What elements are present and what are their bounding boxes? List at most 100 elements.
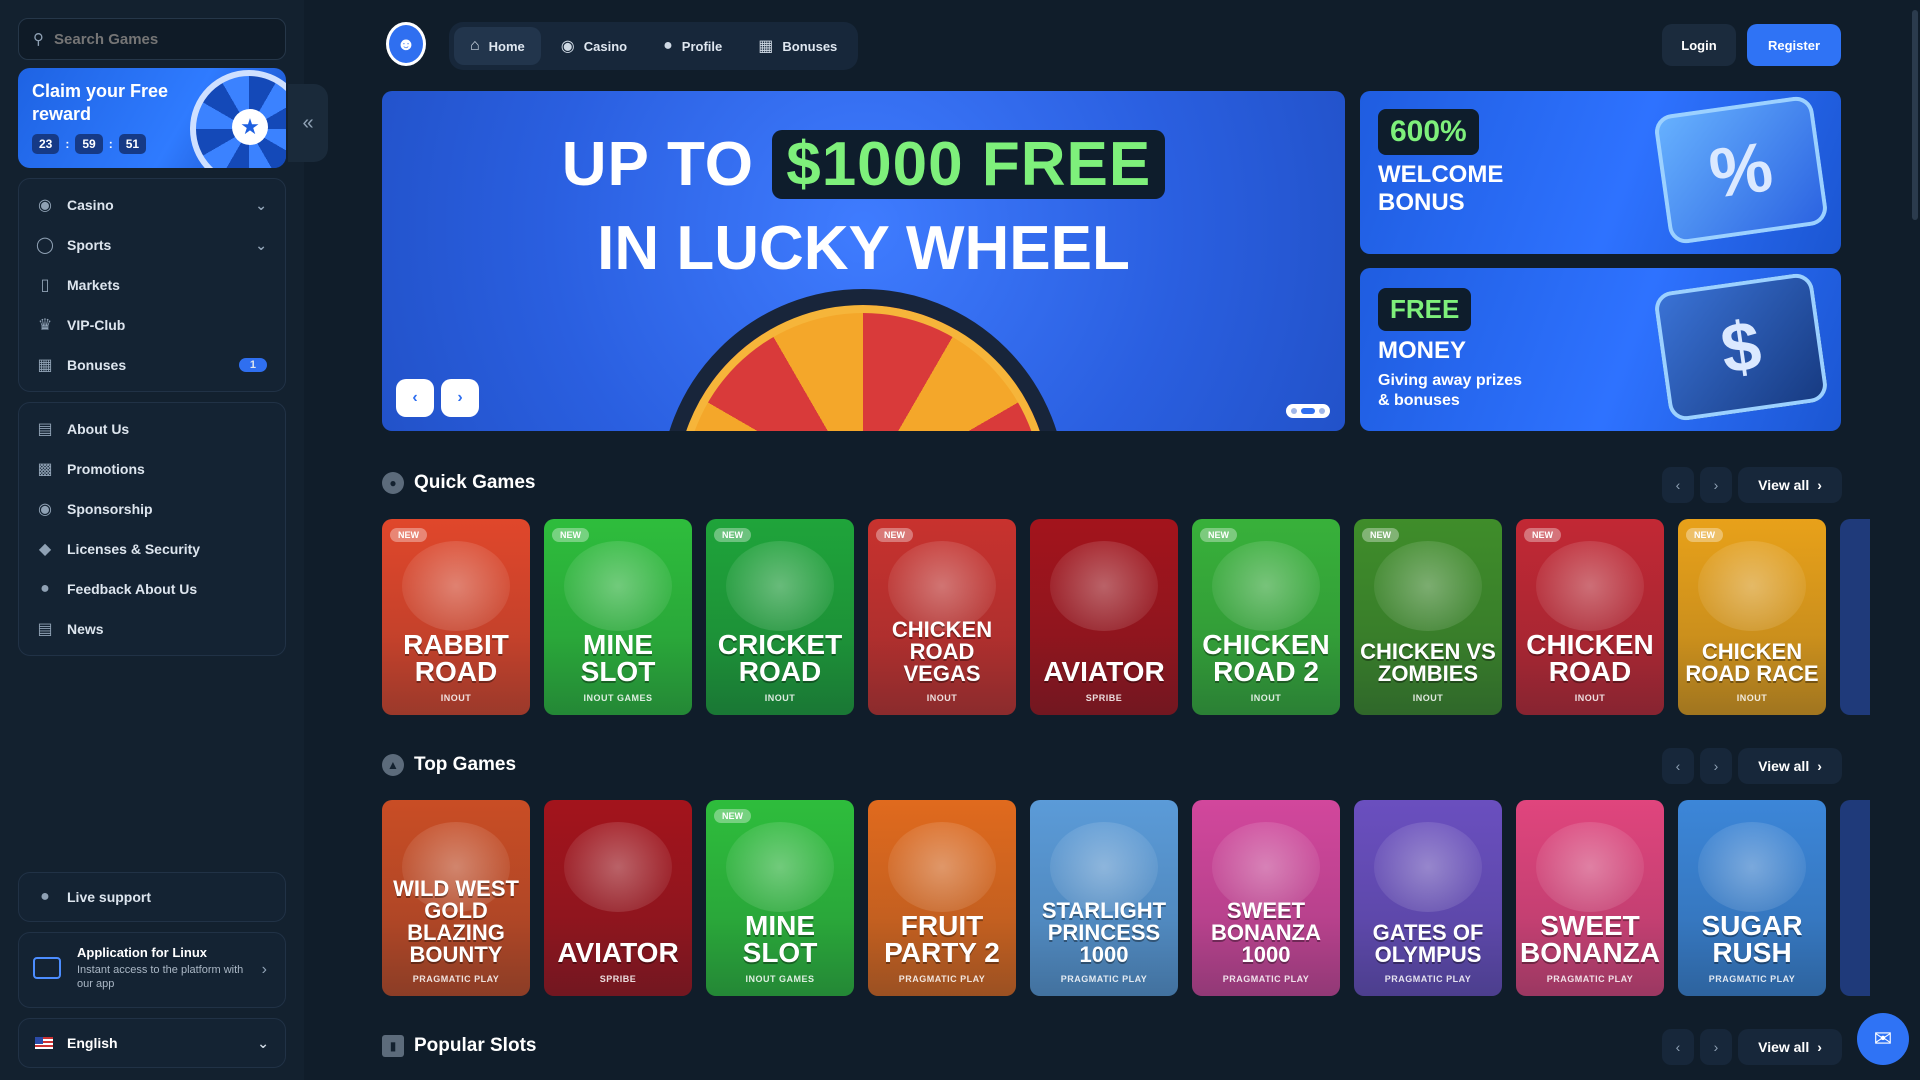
sidebar-item-label: Sports xyxy=(67,237,112,253)
scroll-left-button[interactable]: ‹ xyxy=(1662,467,1694,503)
collapse-sidebar-button[interactable]: « xyxy=(288,84,328,162)
game-provider: PRAGMATIC PLAY xyxy=(1546,974,1634,984)
sidebar-item-markets[interactable]: ▯ Markets xyxy=(19,265,285,305)
tab-home[interactable]: ⌂ Home xyxy=(454,27,541,65)
game-artwork xyxy=(888,822,996,912)
chevron-left-icon: ‹ xyxy=(1675,477,1681,493)
game-title: SUGAR RUSH xyxy=(1701,910,1803,968)
chevron-down-icon: ⌄ xyxy=(257,1034,269,1051)
monitor-icon xyxy=(33,957,61,979)
scroll-left-button[interactable]: ‹ xyxy=(1662,748,1694,784)
language-select[interactable]: English ⌄ xyxy=(18,1018,286,1068)
login-button[interactable]: Login xyxy=(1662,24,1736,66)
chevron-right-icon: › xyxy=(1713,758,1719,774)
hero-dot[interactable] xyxy=(1291,408,1297,414)
game-title: CHICKEN ROAD 2 xyxy=(1202,629,1330,687)
search-box[interactable]: ⚲ xyxy=(18,18,286,60)
hero-pagination[interactable] xyxy=(1286,404,1330,418)
sidebar-item-vip-club[interactable]: ♛ VIP-Club xyxy=(19,305,285,345)
scroll-right-button[interactable]: › xyxy=(1700,748,1732,784)
game-card[interactable]: FRUIT PARTY 2 PRAGMATIC PLAY xyxy=(868,800,1016,996)
game-provider: INOUT xyxy=(764,693,796,703)
book-icon: ▤ xyxy=(37,421,53,438)
hero-line-2: IN LUCKY WHEEL xyxy=(597,214,1130,283)
sidebar-item-casino[interactable]: ◉ Casino ⌄ xyxy=(19,185,285,225)
view-all-label: View all xyxy=(1758,477,1810,493)
scroll-left-button[interactable]: ‹ xyxy=(1662,1029,1694,1065)
hero-prev-button[interactable]: ‹ xyxy=(396,379,434,417)
scroll-right-button[interactable]: › xyxy=(1700,467,1732,503)
live-support-button[interactable]: ● Live support xyxy=(18,872,286,922)
sidebar-item-label: About Us xyxy=(67,421,130,437)
game-card[interactable]: WILD WEST GOLD BLAZING BOUNTY PRAGMATIC P… xyxy=(382,800,530,996)
game-card[interactable]: NEW CHICKEN ROAD 2 INOUT xyxy=(1192,519,1340,715)
view-all-button[interactable]: View all › xyxy=(1738,1029,1842,1065)
game-artwork xyxy=(1698,541,1806,631)
game-title: AVIATOR xyxy=(1043,656,1165,687)
claim-reward-banner[interactable]: Claim your Free reward 23: 59: 51 xyxy=(18,68,286,168)
game-card[interactable]: NEW CRICKET ROAD INOUT xyxy=(706,519,854,715)
section-title: Popular Slots xyxy=(414,1035,537,1056)
game-provider: INOUT xyxy=(1250,693,1282,703)
game-card[interactable]: NEW CHICKEN VS ZOMBIES INOUT xyxy=(1354,519,1502,715)
view-all-label: View all xyxy=(1758,1039,1810,1055)
hero-dot-active[interactable] xyxy=(1301,408,1315,414)
game-card[interactable]: STARLIGHT PRINCESS 1000 PRAGMATIC PLAY xyxy=(1030,800,1178,996)
chat-button[interactable]: ✉ xyxy=(1857,1013,1909,1065)
view-all-button[interactable]: View all › xyxy=(1738,467,1842,503)
game-artwork xyxy=(1374,541,1482,631)
sidebar-item-label: Promotions xyxy=(67,461,145,477)
register-button[interactable]: Register xyxy=(1747,24,1841,66)
tab-profile[interactable]: ● Profile xyxy=(647,27,738,65)
sidebar-item-promotions[interactable]: ▩ Promotions xyxy=(19,449,285,489)
free-money-card[interactable]: FREE MONEY Giving away prizes & bonuses … xyxy=(1360,268,1841,431)
game-card-partial[interactable] xyxy=(1840,519,1870,715)
top-games-row: WILD WEST GOLD BLAZING BOUNTY PRAGMATIC P… xyxy=(382,800,1870,996)
game-card[interactable]: GATES OF OLYMPUS PRAGMATIC PLAY xyxy=(1354,800,1502,996)
sidebar-item-bonuses[interactable]: ▦ Bonuses 1 xyxy=(19,345,285,385)
popular-slots-heading: ▮ Popular Slots xyxy=(382,1035,536,1057)
sidebar-item-feedback-about-us[interactable]: ● Feedback About Us xyxy=(19,569,285,609)
us-flag-icon xyxy=(35,1037,53,1049)
game-card[interactable]: SWEET BONANZA PRAGMATIC PLAY xyxy=(1516,800,1664,996)
search-input[interactable] xyxy=(54,30,254,48)
linux-app-banner[interactable]: Application for Linux Instant access to … xyxy=(18,932,286,1008)
tab-casino[interactable]: ◉ Casino xyxy=(545,27,643,65)
welcome-bonus-card[interactable]: 600% WELCOME BONUS % xyxy=(1360,91,1841,254)
site-logo[interactable]: ☻ xyxy=(386,22,426,66)
game-artwork xyxy=(1536,541,1644,631)
game-title: CRICKET ROAD xyxy=(717,629,843,687)
double-chevron-left-icon: « xyxy=(302,111,314,134)
game-card[interactable]: NEW MINE SLOT INOUT GAMES xyxy=(706,800,854,996)
game-card[interactable]: NEW MINE SLOT INOUT GAMES xyxy=(544,519,692,715)
game-card[interactable]: NEW RABBIT ROAD INOUT xyxy=(382,519,530,715)
game-card[interactable]: NEW CHICKEN ROAD VEGAS INOUT xyxy=(868,519,1016,715)
game-card[interactable]: NEW CHICKEN ROAD RACE INOUT xyxy=(1678,519,1826,715)
new-badge: NEW xyxy=(390,528,427,542)
scroll-right-button[interactable]: › xyxy=(1700,1029,1732,1065)
new-badge: NEW xyxy=(552,528,589,542)
game-provider: INOUT GAMES xyxy=(745,974,815,984)
promo-title: WELCOME BONUS xyxy=(1378,161,1504,216)
hero-next-button[interactable]: › xyxy=(441,379,479,417)
game-provider: SPRIBE xyxy=(1085,693,1123,703)
sidebar-item-news[interactable]: ▤ News xyxy=(19,609,285,649)
game-card-partial[interactable] xyxy=(1840,800,1870,996)
game-card[interactable]: SWEET BONANZA 1000 PRAGMATIC PLAY xyxy=(1192,800,1340,996)
sidebar-item-label: Bonuses xyxy=(67,357,127,373)
sidebar-item-sports[interactable]: ◯ Sports ⌄ xyxy=(19,225,285,265)
tab-bonuses[interactable]: ▦ Bonuses xyxy=(742,27,853,65)
sidebar-item-sponsorship[interactable]: ◉ Sponsorship xyxy=(19,489,285,529)
sidebar-item-licenses-security[interactable]: ◆ Licenses & Security xyxy=(19,529,285,569)
hero-dot[interactable] xyxy=(1319,408,1325,414)
new-badge: NEW xyxy=(1686,528,1723,542)
view-all-button[interactable]: View all › xyxy=(1738,748,1842,784)
game-card[interactable]: AVIATOR SPRIBE xyxy=(544,800,692,996)
game-card[interactable]: SUGAR RUSH PRAGMATIC PLAY xyxy=(1678,800,1826,996)
hero-banner[interactable]: UP TO $1000 FREE IN LUCKY WHEEL ‹ › xyxy=(382,91,1345,431)
sidebar-item-about-us[interactable]: ▤ About Us xyxy=(19,409,285,449)
page-scrollbar[interactable] xyxy=(1912,10,1918,220)
game-card[interactable]: AVIATOR SPRIBE xyxy=(1030,519,1178,715)
game-card[interactable]: NEW CHICKEN ROAD INOUT xyxy=(1516,519,1664,715)
game-provider: INOUT xyxy=(1736,693,1768,703)
